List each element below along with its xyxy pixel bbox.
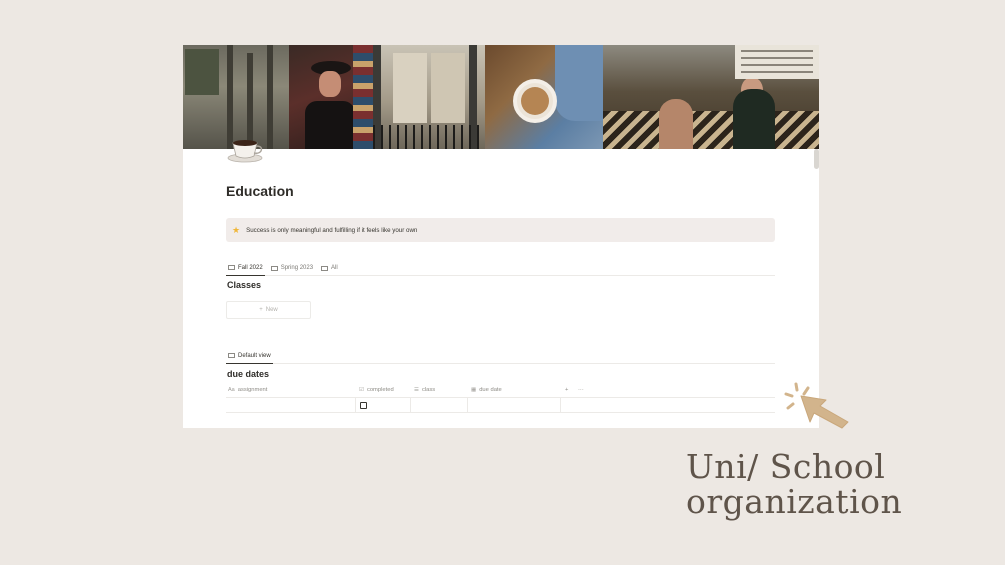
table-icon [228, 353, 235, 358]
column-completed[interactable]: ☑ completed [359, 387, 394, 393]
due-dates-view-tabs: Default view [226, 351, 775, 364]
column-assignment[interactable]: Aa assignment [228, 387, 267, 393]
cover-photo-friends [603, 45, 819, 149]
table-row[interactable] [226, 398, 775, 413]
table-header: Aa assignment ☑ completed ☰ class ▦ due … [226, 385, 775, 398]
cover-photo-coffee [485, 45, 603, 149]
brand-title: Uni/ School organization [686, 449, 902, 519]
text-property-icon: Aa [228, 387, 235, 393]
click-cursor-icon [782, 382, 864, 432]
cover-image[interactable] [183, 45, 819, 149]
page-title[interactable]: Education [226, 183, 294, 199]
column-due-date[interactable]: ▦ due date [471, 387, 502, 393]
coffee-cup-icon[interactable] [227, 133, 267, 163]
callout-text: Success is only meaningful and fulfillin… [246, 226, 418, 234]
column-class[interactable]: ☰ class [414, 387, 435, 393]
more-options-icon[interactable]: ··· [578, 387, 584, 393]
add-property-icon[interactable]: + [565, 387, 568, 393]
tab-spring-2023[interactable]: Spring 2023 [269, 263, 315, 276]
classes-heading[interactable]: Classes [227, 280, 261, 290]
brand-line-2: organization [686, 482, 903, 521]
notion-window: Education ★ Success is only meaningful a… [183, 45, 819, 428]
list-icon: ☰ [414, 387, 419, 393]
completed-checkbox[interactable] [360, 402, 367, 409]
checkbox-icon: ☑ [359, 387, 364, 393]
calendar-icon: ▦ [471, 387, 477, 393]
tab-fall-2022[interactable]: Fall 2022 [226, 263, 265, 276]
cover-photo-street [373, 45, 485, 149]
star-icon: ★ [232, 224, 241, 235]
due-dates-heading[interactable]: due dates [227, 369, 269, 379]
cover-photo-bookstore [289, 45, 373, 149]
tab-default-view[interactable]: Default view [226, 351, 273, 364]
gallery-icon [228, 265, 235, 270]
plus-icon: + [259, 307, 263, 313]
brand-line-1: Uni/ School [686, 447, 886, 486]
gallery-icon [270, 265, 278, 271]
gallery-icon [321, 265, 329, 271]
tab-all[interactable]: All [319, 263, 340, 276]
scrollbar[interactable] [814, 149, 819, 169]
semester-tabs: Fall 2022 Spring 2023 All [226, 263, 775, 276]
callout-block[interactable]: ★ Success is only meaningful and fulfill… [226, 218, 775, 242]
new-class-button[interactable]: + New [226, 301, 311, 319]
